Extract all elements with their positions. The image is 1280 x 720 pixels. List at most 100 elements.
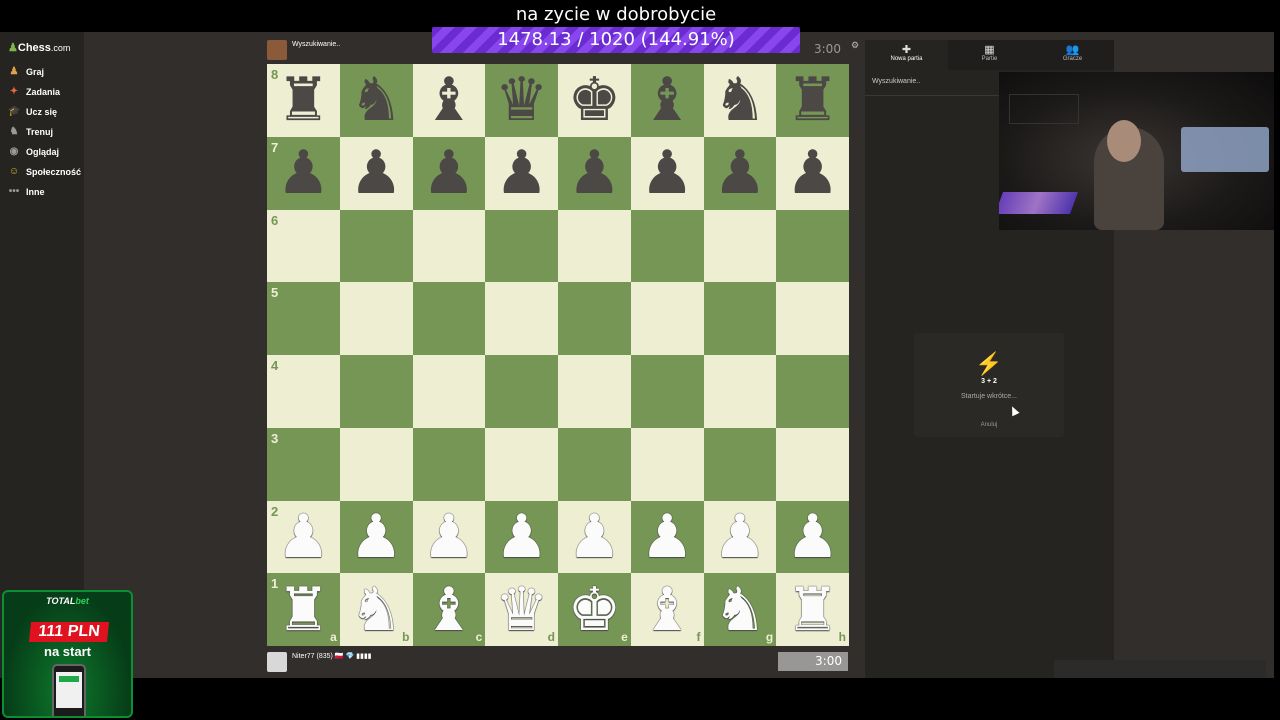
square-e1[interactable]: e ♚ bbox=[558, 573, 631, 646]
square-h3[interactable] bbox=[776, 427, 849, 501]
black-pawn-icon[interactable]: ♟ bbox=[640, 143, 694, 203]
square-a5[interactable]: 5 bbox=[267, 282, 340, 355]
sidebar-item-2[interactable]: 🎓 Ucz się bbox=[8, 104, 57, 120]
square-f7[interactable]: ♟ bbox=[630, 136, 704, 210]
square-c1[interactable]: c ♝ bbox=[412, 573, 486, 646]
square-h1[interactable]: h ♜ bbox=[776, 573, 849, 646]
sidebar-item-0[interactable]: ♟ Graj bbox=[8, 64, 45, 80]
square-h7[interactable]: ♟ bbox=[776, 136, 849, 210]
white-rook-icon[interactable]: ♜ bbox=[276, 580, 330, 640]
white-pawn-icon[interactable]: ♟ bbox=[713, 507, 767, 567]
white-knight-icon[interactable]: ♞ bbox=[349, 580, 403, 640]
square-e4[interactable] bbox=[558, 355, 631, 428]
square-c8[interactable]: ♝ bbox=[412, 64, 486, 137]
square-h5[interactable] bbox=[776, 282, 849, 355]
sidebar-item-5[interactable]: ☺ Społeczność bbox=[8, 164, 81, 180]
square-d1[interactable]: d ♛ bbox=[485, 573, 558, 646]
square-g1[interactable]: g ♞ bbox=[703, 573, 777, 646]
square-a1[interactable]: 1 a ♜ bbox=[267, 573, 340, 646]
square-c7[interactable]: ♟ bbox=[412, 136, 486, 210]
square-a2[interactable]: 2 ♟ bbox=[267, 500, 340, 574]
square-e5[interactable] bbox=[558, 282, 631, 355]
square-f4[interactable] bbox=[630, 355, 704, 428]
square-e7[interactable]: ♟ bbox=[558, 136, 631, 210]
chess-board[interactable]: 8 ♜ ♞ ♝ ♛ ♚ ♝ ♞ ♜ 7 ♟ ♟ ♟ ♟ ♟ ♟ ♟ ♟ 6 5 4 3 2 ♟ ♟ ♟ ♟ ♟ ♟ ♟ ♟ 1 a ♜ b ♞ c ♝ d ♛… bbox=[267, 64, 849, 646]
square-b6[interactable] bbox=[339, 209, 413, 283]
square-d5[interactable] bbox=[485, 282, 558, 355]
square-d6[interactable] bbox=[485, 209, 558, 283]
square-h6[interactable] bbox=[776, 209, 849, 283]
sidebar-item-4[interactable]: ◉ Oglądaj bbox=[8, 144, 59, 160]
sidebar-item-1[interactable]: ✦ Zadania bbox=[8, 84, 60, 100]
white-pawn-icon[interactable]: ♟ bbox=[640, 507, 694, 567]
square-f3[interactable] bbox=[630, 427, 704, 501]
square-b4[interactable] bbox=[339, 355, 413, 428]
square-c2[interactable]: ♟ bbox=[412, 500, 486, 574]
black-rook-icon[interactable]: ♜ bbox=[786, 70, 840, 130]
black-pawn-icon[interactable]: ♟ bbox=[422, 143, 476, 203]
square-c5[interactable] bbox=[412, 282, 486, 355]
square-d7[interactable]: ♟ bbox=[485, 136, 558, 210]
square-e2[interactable]: ♟ bbox=[558, 500, 631, 574]
square-d8[interactable]: ♛ bbox=[485, 64, 558, 137]
square-f1[interactable]: f ♝ bbox=[630, 573, 704, 646]
square-b2[interactable]: ♟ bbox=[339, 500, 413, 574]
tab-0[interactable]: ✚ Nowa partia bbox=[865, 40, 948, 70]
white-king-icon[interactable]: ♚ bbox=[567, 580, 621, 640]
black-pawn-icon[interactable]: ♟ bbox=[713, 143, 767, 203]
white-pawn-icon[interactable]: ♟ bbox=[495, 507, 549, 567]
chess-logo[interactable]: ♟Chess.com bbox=[8, 41, 70, 54]
white-pawn-icon[interactable]: ♟ bbox=[422, 507, 476, 567]
square-e6[interactable] bbox=[558, 209, 631, 283]
black-knight-icon[interactable]: ♞ bbox=[349, 70, 403, 130]
black-rook-icon[interactable]: ♜ bbox=[276, 70, 330, 130]
square-g5[interactable] bbox=[703, 282, 777, 355]
white-rook-icon[interactable]: ♜ bbox=[786, 580, 840, 640]
tab-1[interactable]: ▦ Partie bbox=[948, 40, 1031, 70]
white-pawn-icon[interactable]: ♟ bbox=[349, 507, 403, 567]
white-pawn-icon[interactable]: ♟ bbox=[786, 507, 840, 567]
sidebar-item-3[interactable]: ♞ Trenuj bbox=[8, 124, 54, 140]
square-f5[interactable] bbox=[630, 282, 704, 355]
white-queen-icon[interactable]: ♛ bbox=[495, 580, 549, 640]
square-b5[interactable] bbox=[339, 282, 413, 355]
square-g6[interactable] bbox=[703, 209, 777, 283]
square-c3[interactable] bbox=[412, 427, 486, 501]
square-e3[interactable] bbox=[558, 427, 631, 501]
black-bishop-icon[interactable]: ♝ bbox=[640, 70, 694, 130]
black-knight-icon[interactable]: ♞ bbox=[713, 70, 767, 130]
sidebar-item-6[interactable]: ••• Inne bbox=[8, 184, 45, 200]
square-f8[interactable]: ♝ bbox=[630, 64, 704, 137]
black-king-icon[interactable]: ♚ bbox=[567, 70, 621, 130]
square-g3[interactable] bbox=[703, 427, 777, 501]
square-b8[interactable]: ♞ bbox=[339, 64, 413, 137]
square-b1[interactable]: b ♞ bbox=[339, 573, 413, 646]
black-bishop-icon[interactable]: ♝ bbox=[422, 70, 476, 130]
square-a3[interactable]: 3 bbox=[267, 427, 340, 501]
square-a4[interactable]: 4 bbox=[267, 355, 340, 428]
square-e8[interactable]: ♚ bbox=[558, 64, 631, 137]
square-h8[interactable]: ♜ bbox=[776, 64, 849, 137]
square-d4[interactable] bbox=[485, 355, 558, 428]
white-bishop-icon[interactable]: ♝ bbox=[640, 580, 694, 640]
square-g2[interactable]: ♟ bbox=[703, 500, 777, 574]
cancel-seek-button[interactable]: Anuluj bbox=[914, 422, 1064, 428]
square-a8[interactable]: 8 ♜ bbox=[267, 64, 340, 137]
white-pawn-icon[interactable]: ♟ bbox=[567, 507, 621, 567]
square-c6[interactable] bbox=[412, 209, 486, 283]
square-f6[interactable] bbox=[630, 209, 704, 283]
square-h4[interactable] bbox=[776, 355, 849, 428]
square-a7[interactable]: 7 ♟ bbox=[267, 136, 340, 210]
black-pawn-icon[interactable]: ♟ bbox=[349, 143, 403, 203]
black-pawn-icon[interactable]: ♟ bbox=[567, 143, 621, 203]
white-knight-icon[interactable]: ♞ bbox=[713, 580, 767, 640]
square-g8[interactable]: ♞ bbox=[703, 64, 777, 137]
square-d3[interactable] bbox=[485, 427, 558, 501]
square-a6[interactable]: 6 bbox=[267, 209, 340, 283]
square-g7[interactable]: ♟ bbox=[703, 136, 777, 210]
black-pawn-icon[interactable]: ♟ bbox=[786, 143, 840, 203]
square-b7[interactable]: ♟ bbox=[339, 136, 413, 210]
black-pawn-icon[interactable]: ♟ bbox=[495, 143, 549, 203]
black-queen-icon[interactable]: ♛ bbox=[495, 70, 549, 130]
tab-2[interactable]: 👥 Gracze bbox=[1031, 40, 1114, 70]
